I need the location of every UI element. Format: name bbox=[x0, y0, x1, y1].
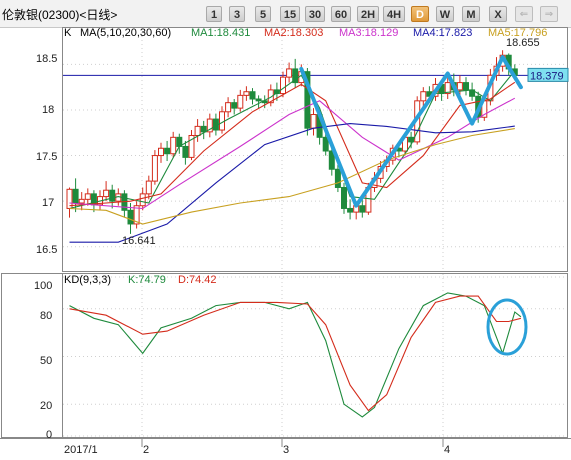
low-price-label: 16.641 bbox=[122, 235, 156, 247]
period-button-30[interactable]: 30 bbox=[305, 6, 325, 22]
period-button-3[interactable]: 3 bbox=[229, 6, 245, 22]
candle-body bbox=[225, 102, 232, 113]
kd-label: KD(9,3,3) bbox=[64, 274, 111, 286]
candle-body bbox=[347, 207, 354, 213]
period-button-15[interactable]: 15 bbox=[280, 6, 300, 22]
candle-body bbox=[249, 91, 256, 100]
current-price-label: 18.379 bbox=[530, 70, 564, 82]
ma2-value: MA2:18.303 bbox=[264, 27, 323, 39]
period-button-1[interactable]: 1 bbox=[206, 6, 222, 22]
period-button-2h[interactable]: 2H bbox=[357, 6, 379, 22]
candle-body bbox=[341, 186, 347, 209]
y-tick-label: 18.5 bbox=[36, 53, 57, 65]
period-button-60[interactable]: 60 bbox=[331, 6, 351, 22]
x-tick-label: 2 bbox=[143, 444, 149, 456]
kd-y-tick-label: 50 bbox=[40, 355, 52, 367]
period-button-5[interactable]: 5 bbox=[255, 6, 271, 22]
candle-body bbox=[420, 91, 427, 102]
candle-body bbox=[310, 114, 317, 129]
candle-body bbox=[109, 189, 116, 202]
period-button-custom[interactable]: X bbox=[489, 6, 507, 22]
candle-body bbox=[456, 82, 463, 91]
ma-params-label: MA(5,10,20,30,60) bbox=[80, 27, 171, 39]
kd-y-tick-label: 0 bbox=[46, 429, 52, 441]
period-button-day[interactable]: D bbox=[411, 6, 429, 22]
kd-y-tick-label: 80 bbox=[40, 310, 52, 322]
candle-body bbox=[170, 136, 177, 155]
candle-body bbox=[127, 209, 134, 225]
period-button-week[interactable]: W bbox=[436, 6, 454, 22]
x-tick-label: 3 bbox=[283, 444, 289, 456]
candle-body bbox=[194, 125, 201, 136]
y-tick-label: 18 bbox=[42, 104, 54, 116]
scroll-right-icon[interactable]: ⇒ bbox=[540, 6, 558, 22]
instrument-title: 伦敦银(02300)<日线> bbox=[2, 8, 118, 22]
candle-body bbox=[164, 147, 171, 155]
candle-body bbox=[182, 145, 189, 158]
period-button-4h[interactable]: 4H bbox=[383, 6, 405, 22]
candle-body bbox=[72, 188, 79, 204]
candle-body bbox=[145, 180, 152, 195]
ma3-value: MA3:18.129 bbox=[339, 27, 398, 39]
candle-body bbox=[158, 147, 164, 157]
ma4-value: MA4:17.823 bbox=[413, 27, 472, 39]
x-tick-label: 4 bbox=[444, 444, 450, 456]
candle-body bbox=[139, 193, 146, 207]
candle-body bbox=[334, 168, 341, 188]
candle-body bbox=[255, 98, 262, 102]
candle-body bbox=[231, 102, 238, 109]
candle-body bbox=[280, 76, 286, 95]
k-label: K bbox=[64, 27, 72, 39]
y-tick-label: 16.5 bbox=[36, 244, 57, 256]
chart-area: 18.5 18 17.5 17 16.5 100 80 50 20 0 18.3… bbox=[0, 27, 571, 456]
candle-body bbox=[463, 82, 469, 91]
candle-body bbox=[200, 125, 207, 133]
scroll-left-icon[interactable]: ⇐ bbox=[515, 6, 533, 22]
x-tick-label: 2017/1 bbox=[64, 444, 98, 456]
candle-body bbox=[84, 193, 91, 200]
high-price-label: 18.655 bbox=[506, 37, 540, 49]
kd-k-value: K:74.79 bbox=[128, 274, 166, 286]
kd-y-tick-label: 100 bbox=[34, 280, 52, 292]
candle-body bbox=[237, 94, 244, 109]
kd-panel-frame bbox=[1, 273, 568, 438]
kd-y-tick-label: 20 bbox=[40, 400, 52, 412]
y-tick-label: 17.5 bbox=[36, 151, 57, 163]
chart-window: 伦敦银(02300)<日线> 1 3 5 15 30 60 2H 4H D W … bbox=[0, 0, 571, 460]
candle-body bbox=[359, 205, 366, 213]
candle-body bbox=[286, 68, 293, 78]
period-button-month[interactable]: M bbox=[462, 6, 480, 22]
ma1-value: MA1:18.431 bbox=[191, 27, 250, 39]
kd-d-value: D:74.42 bbox=[178, 274, 217, 286]
y-tick-label: 17 bbox=[42, 197, 54, 209]
candle-body bbox=[243, 91, 250, 96]
candle-body bbox=[151, 155, 158, 182]
candle-body bbox=[78, 198, 85, 204]
toolbar: 伦敦银(02300)<日线> 1 3 5 15 30 60 2H 4H D W … bbox=[0, 0, 571, 28]
candle-body bbox=[103, 189, 110, 198]
